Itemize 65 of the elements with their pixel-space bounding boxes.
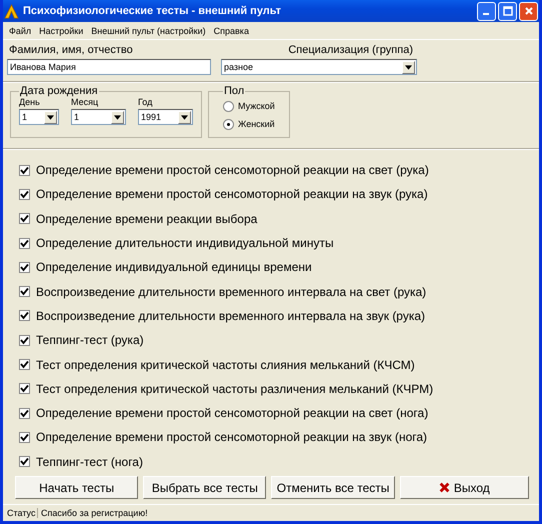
field-label: Месяц [71,97,100,107]
close-button[interactable] [519,2,538,20]
checkbox[interactable] [19,238,30,249]
window-title: Психофизиологические тесты - внешний пульт [23,5,282,17]
test-label: Воспроизведение длительности временного интервала на звук (рука) [36,308,426,323]
group-title: Дата рождения [19,85,99,97]
checkbox[interactable] [19,408,30,419]
status-label: Статус [3,508,38,518]
test-label: Определение индивидуальной единицы времени [36,260,312,274]
checkbox[interactable] [19,188,30,200]
action-button[interactable]: Начать тесты [15,476,138,499]
action-button[interactable]: Отменить все тесты [271,476,395,499]
checkbox[interactable] [19,432,30,443]
test-label: Теппинг-тест (нога) [36,454,143,469]
maximize-button[interactable] [498,2,517,20]
checkbox[interactable] [19,310,30,322]
date-dropdown[interactable]: 1991 [138,109,193,125]
minimize-icon [482,13,488,15]
checkbox[interactable] [19,359,30,370]
field-label: Специализация (группа) [287,44,414,56]
dropdown-arrow-icon [181,114,188,120]
cross-icon [438,482,450,493]
app-icon [4,4,19,18]
checkbox[interactable] [19,164,30,176]
minimize-button[interactable] [477,2,496,20]
close-icon [524,6,534,16]
field-label: Год [138,97,154,107]
checkbox[interactable] [19,334,30,346]
dropdown-arrow-icon [114,114,121,120]
test-label: Определение времени простой сенсомоторной реакции на звук (нога) [36,430,428,444]
menu-item[interactable]: Файл [5,26,36,36]
checkbox[interactable] [19,262,30,273]
test-label: Определение времени реакции выбора [36,212,258,226]
dropdown-arrow-icon [405,64,412,70]
test-label: Тест определения критической частоты различения мельканий (КЧРМ) [36,382,434,396]
maximize-icon [502,6,512,16]
group-dropdown[interactable]: разное [221,59,417,75]
checkbox[interactable] [19,456,30,468]
field-label: День [19,97,41,107]
dropdown-arrow-icon [47,114,54,120]
radio-button[interactable] [223,118,234,130]
test-label: Определение времени простой сенсомоторной реакции на звук (рука) [36,187,428,202]
name-field[interactable]: Иванова Мария [7,59,211,75]
date-dropdown[interactable]: 1 [19,109,59,125]
status-message: Спасибо за регистрацию! [40,508,148,518]
action-button[interactable]: Выбрать все тесты [143,476,266,499]
checkbox[interactable] [19,213,30,224]
menu-item[interactable]: Внешний пульт (настройки) [87,26,210,36]
test-label: Определение длительности индивидуальной минуты [36,236,334,250]
menu-item[interactable]: Настройки [35,26,88,36]
date-dropdown[interactable]: 1 [71,109,126,125]
test-label: Воспроизведение длительности временного интервала на свет (рука) [36,284,426,299]
field-label: Фамилия, имя, отчество [8,44,134,56]
exit-button[interactable]: Выход [400,476,529,499]
group-title: Пол [223,85,246,97]
test-label: Тест определения критической частоты слияния мельканий (КЧСМ) [36,358,415,372]
test-label: Определение времени простой сенсомоторной реакции на свет (рука) [36,163,429,178]
checkbox[interactable] [19,383,30,394]
radio-label: Женский [238,119,275,129]
test-label: Определение времени простой сенсомоторной реакции на свет (нога) [36,406,428,420]
test-label: Теппинг-тест (рука) [36,333,144,348]
radio-label: Мужской [238,101,275,111]
checkbox[interactable] [19,286,30,298]
menu-item[interactable]: Справка [210,26,253,36]
radio-button[interactable] [223,100,234,112]
